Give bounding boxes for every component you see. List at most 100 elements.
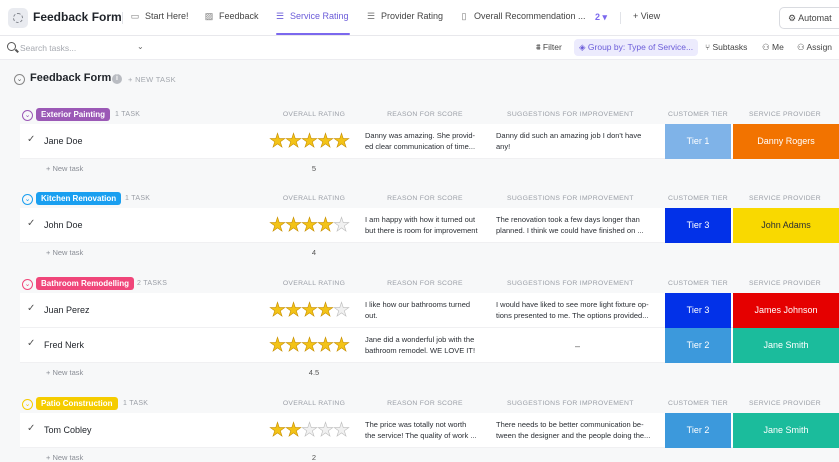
tab-provider-rating[interactable]: ☰ Provider Rating: [366, 11, 443, 21]
column-header-provider[interactable]: SERVICE PROVIDER: [725, 111, 839, 118]
column-header-suggestions[interactable]: SUGGESTIONS FOR IMPROVEMENT: [507, 400, 633, 407]
star-rating[interactable]: ★ ★ ★ ★ ★: [269, 131, 351, 152]
star-rating[interactable]: ★ ★ ★ ★ ★: [269, 215, 351, 236]
service-provider-cell[interactable]: Jane Smith: [733, 413, 839, 448]
suggestion-cell[interactable]: Danny did such an amazing job I don't ha…: [496, 131, 656, 153]
star-filled-icon[interactable]: ★: [333, 335, 351, 356]
star-filled-icon[interactable]: ★: [269, 131, 287, 152]
column-header-reason[interactable]: REASON FOR SCORE: [365, 111, 485, 118]
task-name[interactable]: John Doe: [44, 220, 83, 230]
column-header-reason[interactable]: REASON FOR SCORE: [365, 280, 485, 287]
task-name[interactable]: Fred Nerk: [44, 340, 84, 350]
star-filled-icon[interactable]: ★: [301, 335, 319, 356]
star-rating[interactable]: ★ ★ ★ ★ ★: [269, 335, 351, 356]
star-filled-icon[interactable]: ★: [301, 300, 319, 321]
reason-cell[interactable]: The price was totally not worth the servi…: [365, 420, 489, 442]
tab-service-rating[interactable]: ☰ Service Rating: [275, 11, 349, 21]
reason-cell[interactable]: I like how our bathrooms turned out.: [365, 300, 489, 322]
group-by-button[interactable]: ◈ Group by: Type of Service...: [574, 39, 699, 56]
checkmark-icon[interactable]: ✓: [27, 134, 35, 145]
automate-button[interactable]: ⚙ Automat: [779, 7, 839, 29]
task-row[interactable]: ✓ Juan Perez ★ ★ ★ ★ ★ I like how our bathrooms…: [20, 293, 839, 328]
task-name[interactable]: Jane Doe: [44, 136, 83, 146]
star-filled-icon[interactable]: ★: [269, 215, 287, 236]
column-header-reason[interactable]: REASON FOR SCORE: [365, 195, 485, 202]
star-filled-icon[interactable]: ★: [285, 131, 303, 152]
reason-cell[interactable]: Danny was amazing. She provid-ed clear c…: [365, 131, 489, 153]
star-filled-icon[interactable]: ★: [317, 300, 335, 321]
list-space-icon[interactable]: [8, 8, 28, 28]
task-row[interactable]: ✓ Tom Cobley ★ ★ ★ ★ ★ The price was totally no…: [20, 413, 839, 448]
star-filled-icon[interactable]: ★: [269, 300, 287, 321]
column-header-suggestions[interactable]: SUGGESTIONS FOR IMPROVEMENT: [507, 280, 633, 287]
star-filled-icon[interactable]: ★: [317, 131, 335, 152]
task-name[interactable]: Tom Cobley: [44, 425, 92, 435]
star-filled-icon[interactable]: ★: [317, 215, 335, 236]
star-filled-icon[interactable]: ★: [285, 335, 303, 356]
assignee-button[interactable]: ⚇ Assign: [797, 42, 832, 53]
suggestion-cell[interactable]: The renovation took a few days longer th…: [496, 215, 656, 237]
task-name[interactable]: Juan Perez: [44, 305, 90, 315]
service-provider-cell[interactable]: James Johnson: [733, 293, 839, 328]
star-filled-icon[interactable]: ★: [269, 335, 287, 356]
customer-tier-cell[interactable]: Tier 2: [665, 328, 731, 363]
star-rating[interactable]: ★ ★ ★ ★ ★: [269, 420, 351, 441]
column-header-provider[interactable]: SERVICE PROVIDER: [725, 195, 839, 202]
star-empty-icon[interactable]: ★: [333, 300, 351, 321]
star-filled-icon[interactable]: ★: [285, 300, 303, 321]
add-view-button[interactable]: + View: [633, 11, 660, 21]
new-task-button[interactable]: + New task: [46, 248, 83, 257]
info-icon[interactable]: i: [112, 74, 122, 84]
group-badge[interactable]: Exterior Painting: [36, 108, 111, 121]
task-row[interactable]: ✓ John Doe ★ ★ ★ ★ ★ I am happy with how it tur…: [20, 208, 839, 243]
star-filled-icon[interactable]: ★: [285, 420, 303, 441]
group-badge[interactable]: Kitchen Renovation: [36, 192, 122, 205]
customer-tier-cell[interactable]: Tier 3: [665, 208, 731, 243]
star-filled-icon[interactable]: ★: [285, 215, 303, 236]
task-row[interactable]: ✓ Jane Doe ★ ★ ★ ★ ★ Danny was amazing. She pro…: [20, 124, 839, 159]
more-views-button[interactable]: 2 ▾: [595, 12, 607, 23]
search-input[interactable]: [20, 41, 130, 55]
star-rating[interactable]: ★ ★ ★ ★ ★: [269, 300, 351, 321]
new-task-button[interactable]: + New task: [46, 164, 83, 173]
checkmark-icon[interactable]: ✓: [27, 423, 35, 434]
group-badge[interactable]: Patio Construction: [36, 397, 118, 410]
star-filled-icon[interactable]: ★: [301, 215, 319, 236]
group-badge[interactable]: Bathroom Remodelling: [36, 277, 135, 290]
column-header-suggestions[interactable]: SUGGESTIONS FOR IMPROVEMENT: [507, 111, 633, 118]
star-empty-icon[interactable]: ★: [333, 420, 351, 441]
star-filled-icon[interactable]: ★: [317, 335, 335, 356]
collapse-list-icon[interactable]: ⌄: [14, 74, 25, 85]
service-provider-cell[interactable]: Danny Rogers: [733, 124, 839, 159]
tab-feedback[interactable]: ▨ Feedback: [204, 11, 259, 21]
filter-button[interactable]: ⩩ Filter: [536, 42, 562, 53]
service-provider-cell[interactable]: John Adams: [733, 208, 839, 243]
new-task-button[interactable]: + NEW TASK: [128, 75, 176, 84]
column-header-provider[interactable]: SERVICE PROVIDER: [725, 280, 839, 287]
star-empty-icon[interactable]: ★: [333, 215, 351, 236]
suggestion-cell[interactable]: I would have liked to see more light fix…: [496, 300, 656, 322]
column-header-overall-rating[interactable]: OVERALL RATING: [254, 195, 374, 202]
suggestion-cell-empty[interactable]: –: [575, 341, 580, 351]
tab-start-here[interactable]: ▭ Start Here!: [130, 11, 189, 21]
collapse-group-icon[interactable]: ⌄: [22, 279, 33, 290]
collapse-group-icon[interactable]: ⌄: [22, 194, 33, 205]
star-empty-icon[interactable]: ★: [317, 420, 335, 441]
column-header-overall-rating[interactable]: OVERALL RATING: [254, 111, 374, 118]
suggestion-cell[interactable]: There needs to be better communication b…: [496, 420, 656, 442]
column-header-overall-rating[interactable]: OVERALL RATING: [254, 400, 374, 407]
chevron-down-icon[interactable]: ⌄: [137, 42, 144, 51]
customer-tier-cell[interactable]: Tier 3: [665, 293, 731, 328]
new-task-button[interactable]: + New task: [46, 368, 83, 377]
star-filled-icon[interactable]: ★: [269, 420, 287, 441]
subtasks-button[interactable]: ⑂ Subtasks: [705, 42, 747, 52]
column-header-suggestions[interactable]: SUGGESTIONS FOR IMPROVEMENT: [507, 195, 633, 202]
customer-tier-cell[interactable]: Tier 2: [665, 413, 731, 448]
reason-cell[interactable]: I am happy with how it turned out but the…: [365, 215, 489, 237]
tab-overall-recommendation[interactable]: ▯ Overall Recommendation ...: [459, 11, 586, 21]
star-filled-icon[interactable]: ★: [301, 131, 319, 152]
star-empty-icon[interactable]: ★: [301, 420, 319, 441]
checkmark-icon[interactable]: ✓: [27, 218, 35, 229]
collapse-group-icon[interactable]: ⌄: [22, 399, 33, 410]
column-header-overall-rating[interactable]: OVERALL RATING: [254, 280, 374, 287]
